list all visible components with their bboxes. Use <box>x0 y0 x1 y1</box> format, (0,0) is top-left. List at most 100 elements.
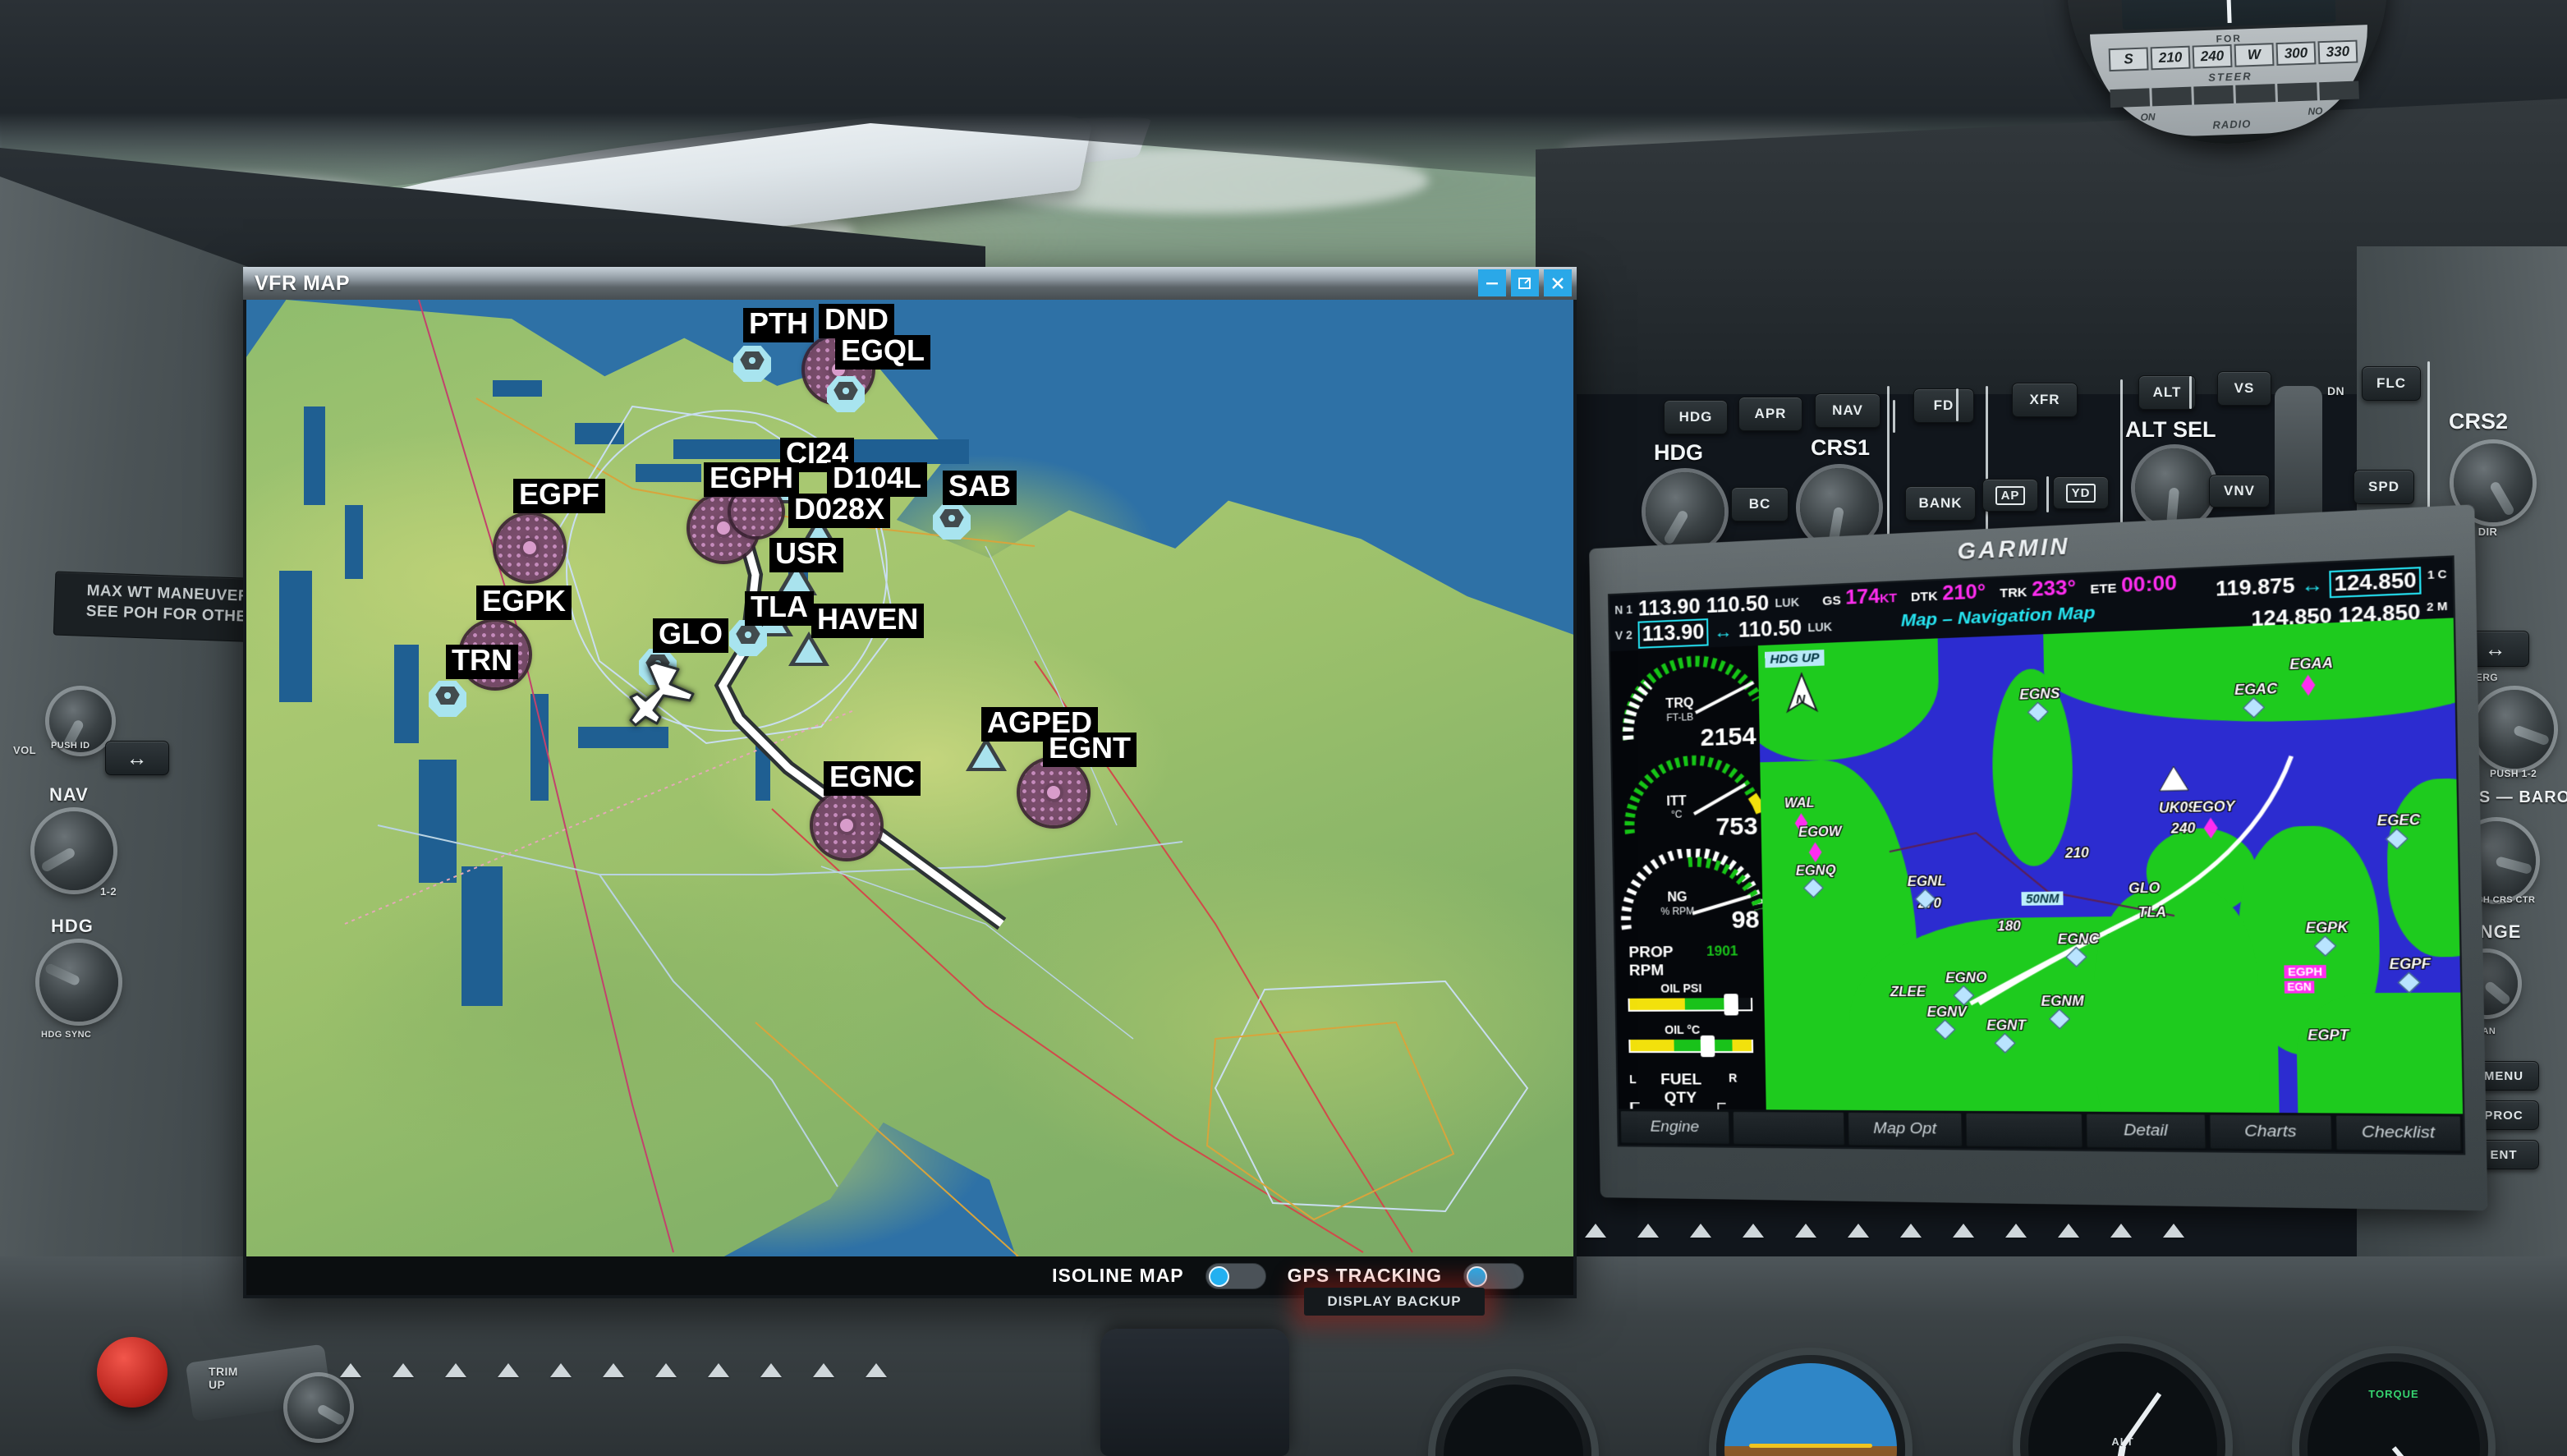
ap-apr-button[interactable]: APR <box>1738 397 1802 431</box>
switch-guard-icon[interactable] <box>813 1363 834 1377</box>
switch-guard-icon[interactable] <box>1900 1224 1922 1238</box>
heading-knob[interactable] <box>39 943 118 1022</box>
map-label-egql[interactable]: EGQL <box>835 335 931 370</box>
switch-guard-icon[interactable] <box>340 1363 361 1377</box>
airport-symbol-egpf[interactable] <box>496 515 563 581</box>
nav-frequency-knob[interactable] <box>34 811 113 890</box>
switch-guard-icon[interactable] <box>1848 1224 1869 1238</box>
airport-symbol-egql[interactable] <box>827 376 865 412</box>
display-backup-button[interactable]: DISPLAY BACKUP <box>1304 1288 1485 1316</box>
garmin-navigation-map[interactable]: HDG UP N 50NM 210 240 180 UK09 EGPH EGN … <box>1757 618 2464 1155</box>
map-label-trn[interactable]: TRN <box>446 645 518 679</box>
switch-guard-icon[interactable] <box>708 1363 729 1377</box>
switch-guard-icon[interactable] <box>1690 1224 1711 1238</box>
softkey-map-opt[interactable]: Map Opt <box>1848 1111 1963 1147</box>
ap-hdg-button[interactable]: HDG <box>1664 400 1728 434</box>
ap-yaw-damper-button[interactable]: YD <box>2053 476 2109 509</box>
ap-spd-button[interactable]: SPD <box>2353 470 2414 504</box>
minimize-icon[interactable] <box>1478 269 1506 296</box>
switch-guard-icon[interactable] <box>655 1363 677 1377</box>
airport-symbol-pth[interactable] <box>733 346 771 382</box>
switch-guard-icon[interactable] <box>445 1363 466 1377</box>
map-label-pth[interactable]: PTH <box>743 308 814 342</box>
softkey-blank-2[interactable] <box>1965 1112 2083 1148</box>
switch-guard-icon[interactable] <box>2110 1224 2132 1238</box>
nav-swap-button[interactable]: ↔ <box>105 741 169 775</box>
ap-hdg-selector-knob[interactable] <box>1646 472 1724 551</box>
softkey-charts[interactable]: Charts <box>2209 1114 2333 1151</box>
switch-guard-icon[interactable] <box>393 1363 414 1377</box>
ap-xfr-button[interactable]: XFR <box>2012 383 2078 417</box>
ap-flc-button[interactable]: FLC <box>2362 366 2421 401</box>
map-label-egpk[interactable]: EGPK <box>476 586 572 620</box>
switch-guard-icon[interactable] <box>603 1363 624 1377</box>
ap-vs-button[interactable]: VS <box>2217 371 2271 406</box>
attitude-indicator <box>1716 1355 1905 1456</box>
ap-vnv-button[interactable]: VNV <box>2209 475 2270 508</box>
map-label-egpf[interactable]: EGPF <box>513 479 606 513</box>
airport-symbol-sab[interactable] <box>933 503 971 540</box>
airport-symbol-egnt[interactable] <box>1020 760 1087 825</box>
control-yoke[interactable] <box>1100 1329 1289 1456</box>
switch-guard-icon[interactable] <box>2058 1224 2079 1238</box>
close-icon[interactable] <box>1544 269 1572 296</box>
popout-icon[interactable] <box>1511 269 1539 296</box>
map-label-egph[interactable]: EGPH <box>704 462 800 497</box>
alt-sel-label: ALT SEL <box>2125 417 2216 442</box>
switch-guard-icon[interactable] <box>1585 1224 1606 1238</box>
switch-guard-icon[interactable] <box>1743 1224 1764 1238</box>
map-label-egnt[interactable]: EGNT <box>1043 733 1137 767</box>
map-label-egnc[interactable]: EGNC <box>824 761 921 796</box>
switch-guard-icon[interactable] <box>550 1363 572 1377</box>
switch-guard-icon[interactable] <box>866 1363 887 1377</box>
ap-master-button[interactable]: AP <box>1982 479 2038 512</box>
vfr-title-bar[interactable]: VFR MAP <box>243 267 1577 300</box>
switch-guard-icon[interactable] <box>1953 1224 1974 1238</box>
garmin-mfd[interactable]: GARMIN N 1 113.90 110.50 LUK V 2 113.90 … <box>1589 504 2488 1211</box>
softkey-blank-1[interactable] <box>1732 1111 1845 1146</box>
garmin-screen[interactable]: N 1 113.90 110.50 LUK V 2 113.90 ↔ 110.5… <box>1607 555 2466 1155</box>
switch-guard-icon[interactable] <box>1795 1224 1816 1238</box>
ap-bc-button[interactable]: BC <box>1731 487 1789 521</box>
vfr-map-canvas[interactable]: PTH DND EGQL CI24 EGPH D104L D028X SAB EGPF USR EG… <box>243 300 1577 1256</box>
softkey-detail[interactable]: Detail <box>2086 1113 2207 1150</box>
radio-label: RADIO <box>2212 117 2252 131</box>
switch-row-left[interactable] <box>287 1363 918 1377</box>
map-label-glo[interactable]: GLO <box>653 618 728 653</box>
softkey-engine[interactable]: Engine <box>1619 1110 1730 1145</box>
map-label-usr[interactable]: USR <box>769 538 844 572</box>
nav-frequency-block[interactable]: N 1 113.90 110.50 LUK V 2 113.90 ↔ 110.5… <box>1614 589 1832 650</box>
switch-row-right[interactable] <box>1585 1224 2216 1238</box>
map-label-tla[interactable]: TLA <box>745 591 814 626</box>
crs-baro-knob[interactable] <box>2475 690 2554 769</box>
active-waypoint-badge: EGPH <box>2284 965 2326 979</box>
switch-guard-icon[interactable] <box>2005 1224 2027 1238</box>
garmin-softkey-bar[interactable]: Engine Map Opt Detail Charts Checklist <box>1618 1109 2464 1154</box>
garmin-map-label-egpk: EGPK <box>2305 921 2349 936</box>
ap-nav-button[interactable]: NAV <box>1815 393 1880 428</box>
map-label-haven[interactable]: HAVEN <box>811 604 925 638</box>
switch-guard-icon[interactable] <box>498 1363 519 1377</box>
isoline-map-toggle[interactable] <box>1205 1262 1266 1289</box>
emergency-red-knob[interactable] <box>97 1337 168 1408</box>
gps-tracking-toggle[interactable] <box>1463 1262 1524 1289</box>
vfr-map-window[interactable]: VFR MAP PTH DND EGQL CI24 EGPH D104L D02… <box>243 267 1577 1298</box>
waypoint-symbol-agped[interactable] <box>966 737 1007 771</box>
trim-knob[interactable] <box>287 1376 350 1439</box>
ap-alt-button[interactable]: ALT <box>2138 375 2196 410</box>
switch-guard-icon[interactable] <box>1637 1224 1659 1238</box>
switch-guard-icon[interactable] <box>2163 1224 2184 1238</box>
ap-fd-button[interactable]: FD <box>1913 388 1974 423</box>
map-label-sab[interactable]: SAB <box>943 471 1017 505</box>
altimeter: ALT <box>2020 1343 2225 1456</box>
vertical-speed-wheel[interactable] <box>2275 386 2322 526</box>
switch-guard-icon[interactable] <box>760 1363 782 1377</box>
nav1-active-freq: 113.90 <box>1637 595 1701 621</box>
ap-bank-button[interactable]: BANK <box>1905 486 1976 521</box>
airport-symbol-trn[interactable] <box>429 681 466 717</box>
ap-alt-sel-knob[interactable] <box>2135 448 2214 527</box>
softkey-checklist[interactable]: Checklist <box>2335 1114 2462 1152</box>
airport-symbol-egnc[interactable] <box>813 792 880 858</box>
map-label-d028x[interactable]: D028X <box>788 494 891 528</box>
garmin-map-label-zlee: ZLEE <box>1890 985 1926 1000</box>
